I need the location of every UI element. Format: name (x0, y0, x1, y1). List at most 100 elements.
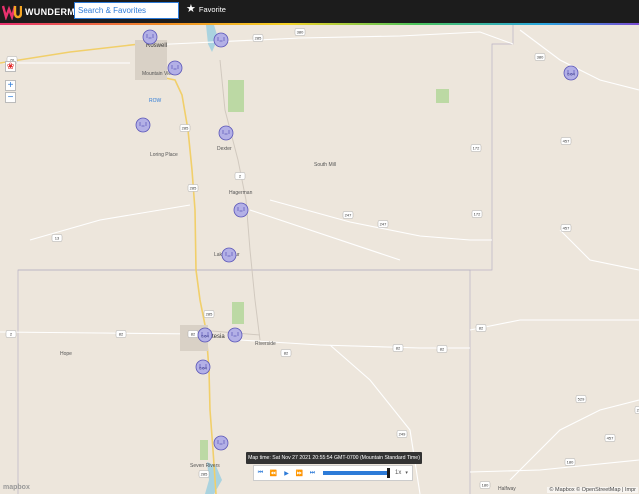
weather-station-marker[interactable]: 0.04 (563, 65, 579, 81)
weather-station-marker[interactable]: 0.04 (197, 327, 213, 343)
route-shield: 13 (51, 234, 63, 242)
route-shield: 180 (479, 481, 491, 489)
svg-text:457: 457 (607, 436, 614, 441)
map-canvas[interactable]: Roswell Mountain View ROW Loring Place D… (0, 25, 639, 494)
place-label-hope: Hope (60, 351, 72, 357)
svg-text:285: 285 (255, 36, 262, 41)
svg-text:247: 247 (380, 222, 387, 227)
svg-text:285: 285 (201, 472, 208, 477)
route-shield: 380 (294, 28, 306, 36)
route-shield: 82 (392, 344, 404, 352)
svg-text:285: 285 (182, 126, 189, 131)
svg-text:247: 247 (345, 213, 352, 218)
star-icon: ★ (186, 3, 196, 15)
place-label-row: ROW (149, 98, 162, 104)
place-label-halfway: Halfway (498, 486, 516, 492)
layers-icon[interactable]: ❀ (5, 61, 16, 72)
play-icon[interactable]: ▶ (280, 470, 293, 477)
mapbox-logo[interactable]: mapbox (3, 484, 30, 491)
route-shield: 2 (5, 330, 17, 338)
weather-station-marker[interactable] (221, 247, 237, 263)
route-shield: 82 (115, 330, 127, 338)
weather-station-marker[interactable] (213, 32, 229, 48)
time-slider-handle[interactable] (387, 468, 390, 478)
route-shield: 285 (252, 34, 264, 42)
svg-text:82: 82 (191, 332, 196, 337)
svg-text:457: 457 (563, 226, 570, 231)
svg-text:180: 180 (567, 460, 574, 465)
zoom-in-button[interactable]: + (5, 80, 16, 91)
park-area (436, 89, 449, 103)
route-shield: 380 (534, 53, 546, 61)
route-shield: 2 (234, 172, 246, 180)
route-shield: 285 (198, 470, 210, 478)
route-shield: 82 (187, 330, 199, 338)
route-shield: 457 (560, 137, 572, 145)
station-precip-value: 0.04 (201, 334, 210, 339)
svg-text:380: 380 (537, 55, 544, 60)
place-label-dexter: Dexter (217, 146, 232, 152)
station-precip-value: 0.04 (567, 72, 576, 77)
playback-speed[interactable]: 1x (395, 470, 401, 476)
place-label-south-mill: South Mill (314, 162, 336, 168)
weather-station-marker[interactable] (213, 435, 229, 451)
favorite-label: Favorite (198, 5, 226, 14)
svg-text:180: 180 (482, 483, 489, 488)
weather-station-marker[interactable] (142, 29, 158, 45)
skip-forward-icon[interactable]: ⏭ (306, 470, 319, 477)
place-label-loring-place: Loring Place (150, 152, 178, 158)
map-attribution[interactable]: © Mapbox © OpenStreetMap | Impr (547, 487, 638, 493)
route-shield: 249 (396, 430, 408, 438)
route-shield: 457 (604, 434, 616, 442)
map-time-label: Map time: Sat Nov 27 2021 20:55:54 GMT-0… (246, 452, 422, 464)
route-shield: 172 (470, 144, 482, 152)
step-back-icon[interactable]: ⏪ (267, 470, 280, 477)
route-shield: 180 (564, 458, 576, 466)
svg-text:457: 457 (563, 139, 570, 144)
svg-text:285: 285 (190, 186, 197, 191)
route-shield: 172 (471, 210, 483, 218)
route-shield: 247 (377, 220, 389, 228)
svg-text:249: 249 (399, 432, 406, 437)
zoom-out-button[interactable]: − (5, 92, 16, 103)
weather-station-marker[interactable]: 0.04 (195, 359, 211, 375)
route-shield: 82 (436, 345, 448, 353)
weather-station-marker[interactable] (167, 60, 183, 76)
place-label-riverside: Riverside (255, 341, 276, 347)
weather-station-marker[interactable] (135, 117, 151, 133)
route-shield: 457 (560, 224, 572, 232)
svg-text:380: 380 (297, 30, 304, 35)
svg-text:285: 285 (206, 312, 213, 317)
route-shield: 529 (575, 395, 587, 403)
search-input[interactable] (74, 2, 179, 19)
svg-text:82: 82 (479, 326, 484, 331)
chevron-down-icon[interactable]: ▾ (405, 470, 408, 476)
svg-text:82: 82 (119, 332, 124, 337)
wu-logo-icon (2, 5, 22, 20)
station-precip-value: 0.04 (199, 366, 208, 371)
skip-back-icon[interactable]: ⏮ (254, 470, 267, 477)
weather-station-marker[interactable] (218, 125, 234, 141)
weather-station-marker[interactable] (233, 202, 249, 218)
park-area (232, 302, 244, 324)
route-shield: 285 (187, 184, 199, 192)
time-slider[interactable] (323, 468, 390, 478)
svg-text:529: 529 (578, 397, 585, 402)
park-area (200, 440, 208, 460)
route-shield: 82 (475, 324, 487, 332)
svg-text:82: 82 (284, 351, 289, 356)
favorite-button[interactable]: ★ Favorite (186, 4, 226, 15)
place-label-seven-rivers: Seven Rivers (190, 463, 220, 469)
weather-station-marker[interactable] (227, 327, 243, 343)
svg-text:172: 172 (473, 146, 480, 151)
map-land (0, 25, 639, 494)
place-label-hagerman: Hagerman (229, 190, 253, 196)
route-shield: 82 (280, 349, 292, 357)
svg-text:82: 82 (396, 346, 401, 351)
svg-text:82: 82 (440, 347, 445, 352)
top-bar: WUNDERMAP ★ Favorite (0, 0, 639, 23)
step-forward-icon[interactable]: ⏩ (293, 470, 306, 477)
playback-controls: ⏮ ⏪ ▶ ⏩ ⏭ 1x ▾ (253, 465, 413, 481)
svg-text:172: 172 (474, 212, 481, 217)
route-shield: 285 (203, 310, 215, 318)
